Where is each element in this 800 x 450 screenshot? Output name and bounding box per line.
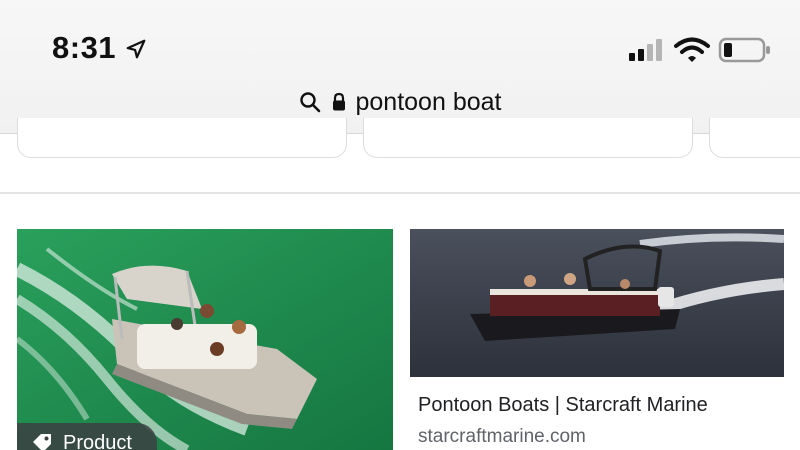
filter-chip[interactable] [709,118,800,158]
status-time: 8:31 [52,30,117,65]
boat-image [410,229,784,377]
result-source[interactable]: starcraftmarine.com [418,426,586,448]
search-query: pontoon boat [355,87,502,116]
filter-chip[interactable] [363,118,693,158]
boat-image [17,229,393,450]
search-icon [299,92,320,113]
product-badge[interactable]: Product [17,423,157,450]
lock-icon [332,92,345,111]
location-arrow-icon [126,39,146,59]
result-title[interactable]: Pontoon Boats | Starcraft Marine [418,394,708,417]
filter-chip[interactable] [17,118,347,158]
result-image-pontoon-green[interactable] [17,229,393,450]
section-divider [0,192,800,194]
battery-icon [718,37,770,63]
cellular-signal-icon [629,39,662,61]
wifi-icon [674,37,710,62]
result-image-starcraft[interactable] [410,229,784,377]
product-badge-label: Product [63,431,132,450]
address-bar[interactable]: pontoon boat [0,86,800,118]
tag-icon [33,434,51,450]
browser-header: 8:31 pontoon boat [0,0,800,134]
